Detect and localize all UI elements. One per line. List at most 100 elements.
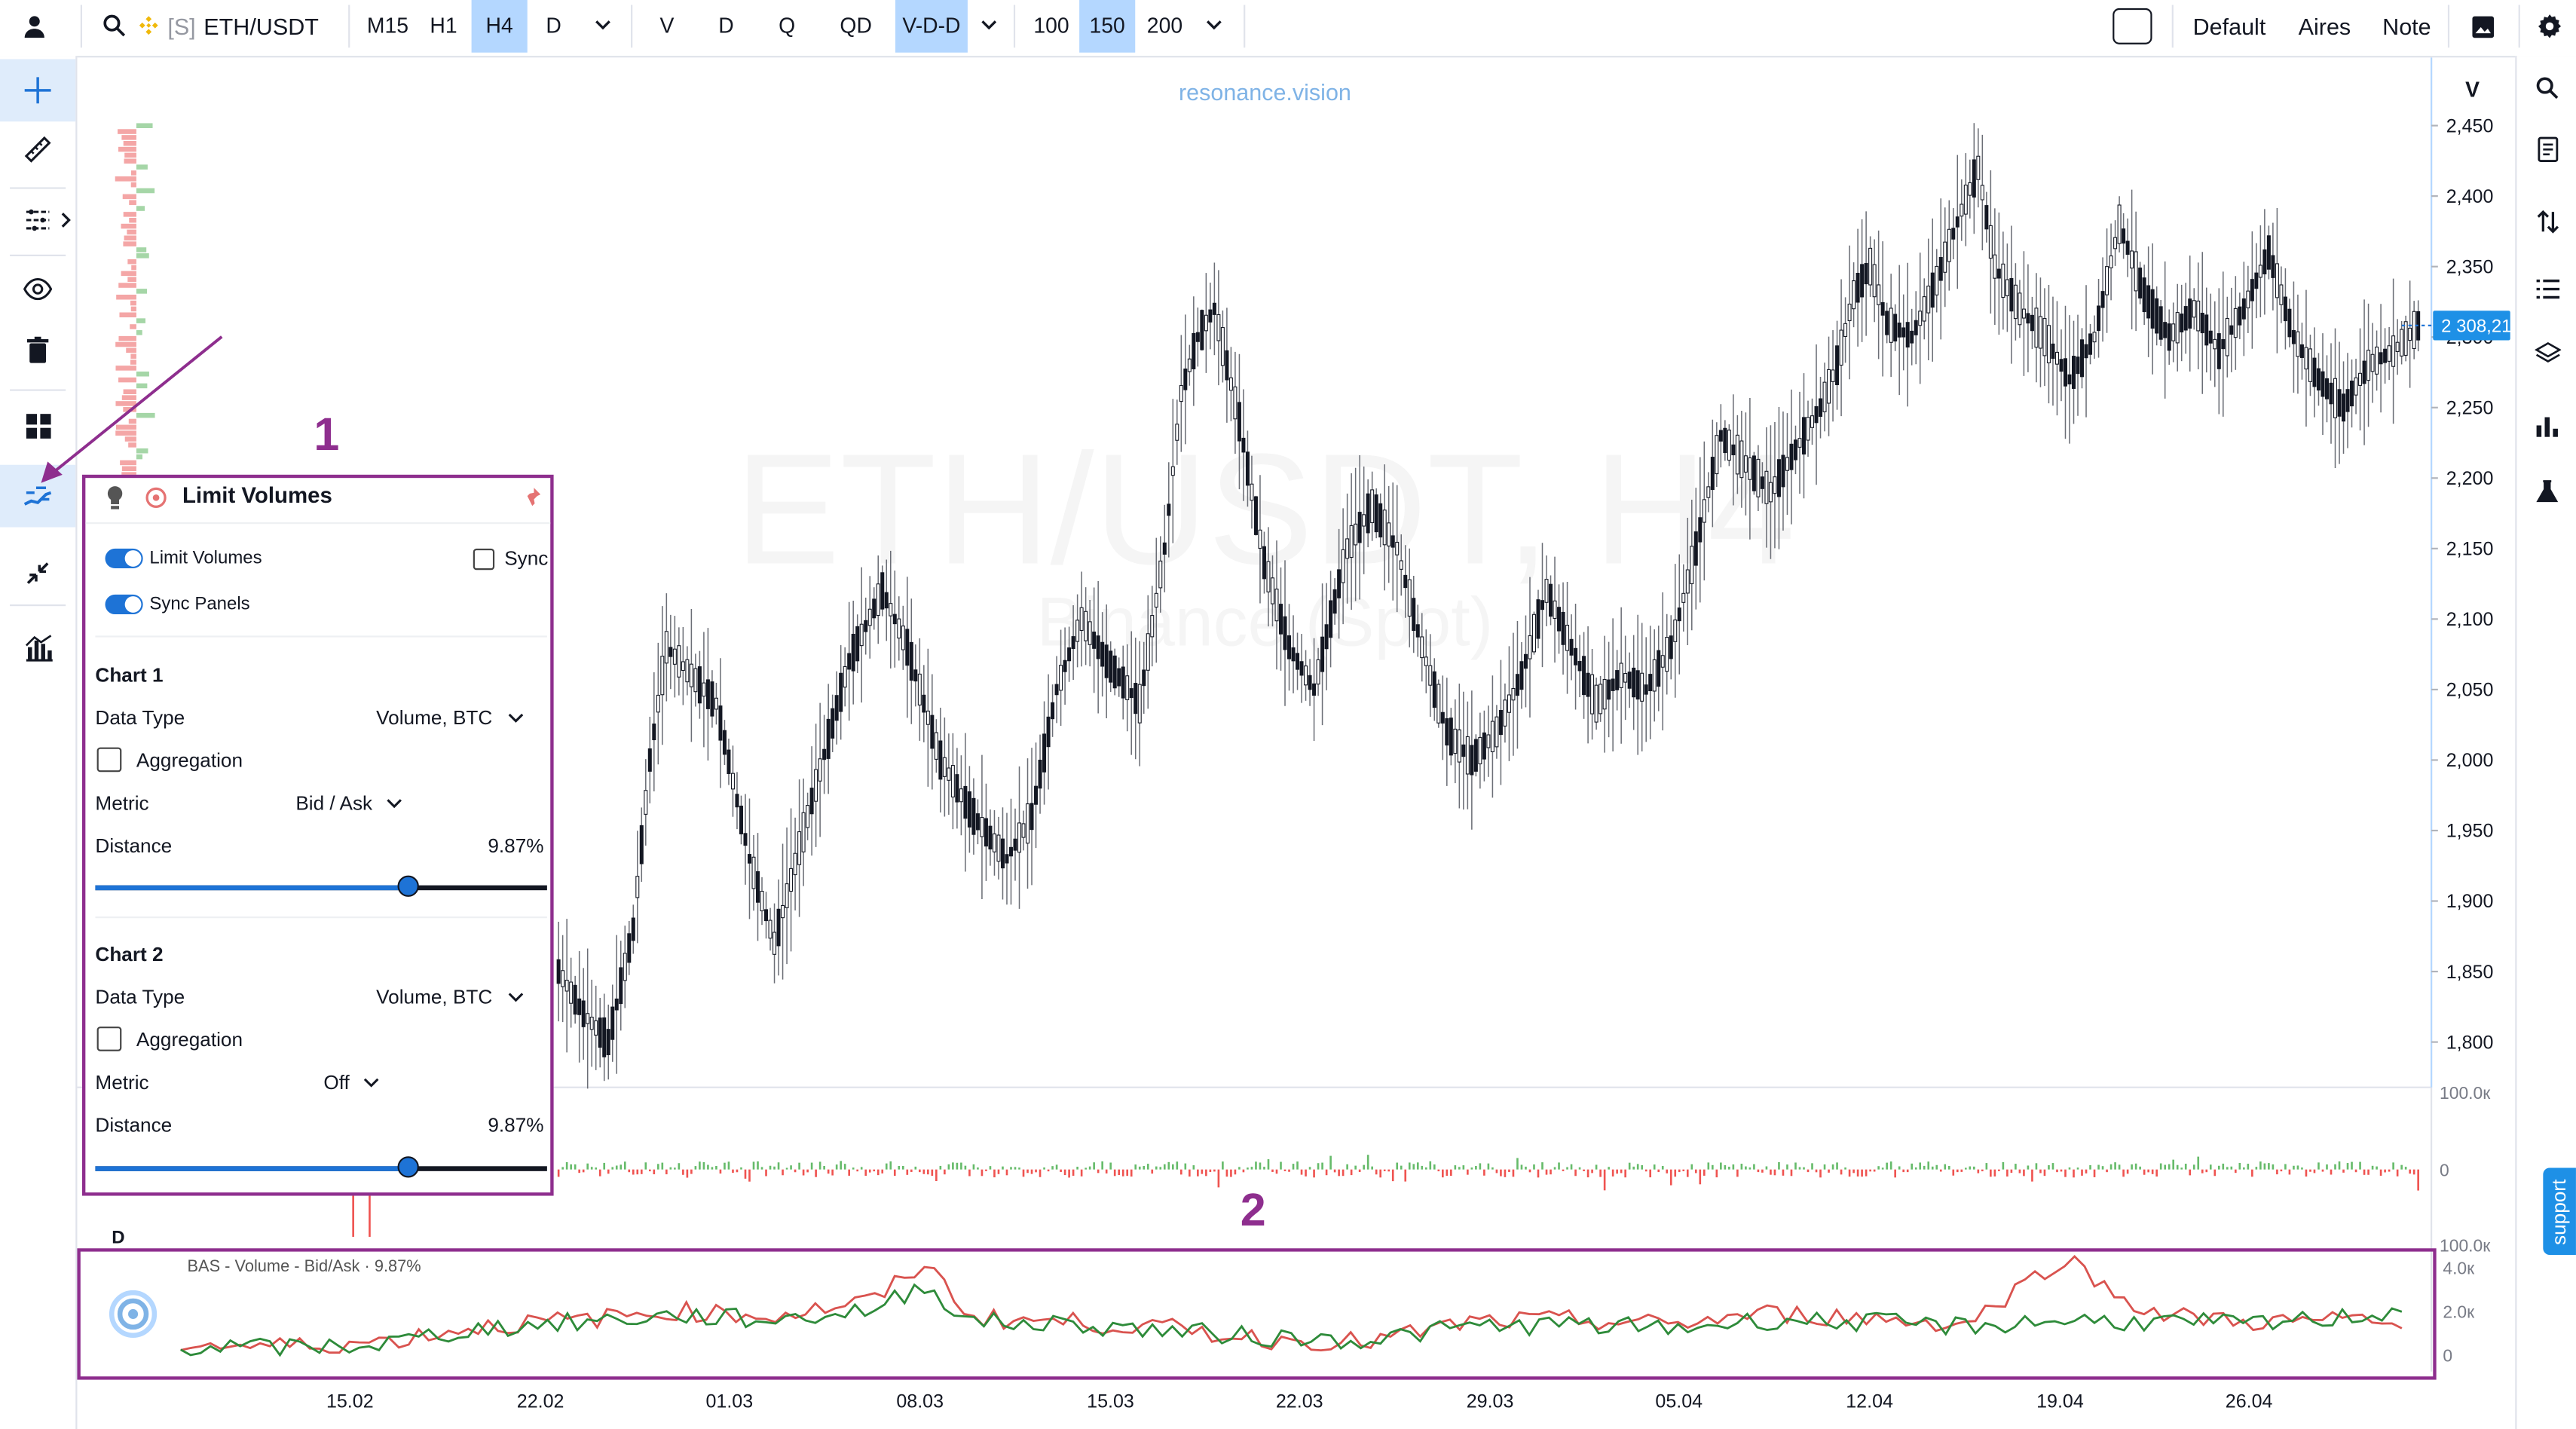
support-button[interactable]: support [2543,1167,2576,1255]
volume-bar [561,1167,564,1170]
candle-body [2217,333,2221,369]
volume-bar [1275,1169,1278,1174]
target-icon[interactable] [145,486,168,509]
candle-body [892,614,897,625]
candle-body [569,981,574,1004]
volume-bar [1238,1167,1241,1170]
candle-body [1519,661,1524,690]
chevron-down-icon[interactable] [593,15,613,35]
pin-icon[interactable] [522,486,542,506]
candle-body [1847,303,1852,322]
chart2-data-type-select[interactable]: Volume, BTC [376,986,524,1008]
timeframe-d-button[interactable]: D [528,0,580,53]
candle-body [1652,659,1657,692]
lines-tool[interactable] [0,189,75,252]
count-150-button[interactable]: 150 [1079,0,1136,53]
notes-tool[interactable] [2516,121,2576,177]
volume-bar [1342,1169,1345,1177]
volume-bar [2309,1169,2311,1172]
candle-body [1693,531,1698,566]
volume-bar [765,1169,767,1177]
chart1-data-type-select[interactable]: Volume, BTC [376,706,524,730]
chart1-metric-select[interactable]: Bid / Ask [295,791,402,815]
volume-bar [574,1164,577,1170]
profile-bar [136,289,148,294]
screenshot-button[interactable] [2456,0,2509,53]
mode-q-button[interactable]: Q [759,0,815,53]
profile-bar [121,135,136,140]
chart1-data-type-value: Volume, BTC [376,706,493,730]
mode-v-d-d-button[interactable]: V-D-D [895,0,968,53]
chevron-down-icon[interactable] [979,15,999,35]
preset-default-button[interactable]: Default [2180,0,2279,53]
candle-body [1104,644,1109,678]
histogram-tool[interactable] [0,616,75,678]
candle-body [859,623,864,647]
volume-bar [1317,1163,1320,1170]
list-tool[interactable] [2516,262,2576,317]
candle-body [1445,718,1449,746]
chart1-distance-slider[interactable] [95,875,547,899]
count-100-button[interactable]: 100 [1023,0,1079,53]
candle-body [889,603,893,617]
timeframe-h4-button[interactable]: H4 [471,0,528,53]
mode-v-button[interactable]: V [642,0,691,53]
candle-body [1727,430,1731,461]
chevron-down-icon [364,1078,379,1088]
volume-bar [2293,1165,2295,1170]
volume-bar [2002,1161,2005,1170]
candle-body [589,1016,594,1030]
candle-body [739,805,743,834]
search-tool[interactable] [2516,59,2576,115]
price-scale-mode[interactable]: V [2465,78,2480,103]
crosshair-tool[interactable] [0,59,76,122]
candle-body [1204,314,1208,332]
layout-box-button[interactable] [2113,8,2152,44]
annotation-marker-1: 1 [314,409,340,461]
lightbulb-icon[interactable] [106,485,125,511]
symbol-search[interactable]: [S] ETH/USDT [85,0,344,53]
flask-tool[interactable] [2516,464,2576,519]
candle-body [1748,457,1752,480]
candle-body [2125,240,2130,255]
user-button[interactable] [0,0,69,53]
ruler-tool[interactable] [0,118,75,181]
preset-aires-button[interactable]: Aires [2287,0,2362,53]
volume-bar [1562,1169,1565,1171]
slider-knob[interactable] [396,875,419,897]
mode-d-button[interactable]: D [700,0,753,53]
candle-body [2038,316,2042,349]
candle-body [1528,635,1532,659]
candle-body [685,659,690,683]
layers-tool[interactable] [2516,326,2576,381]
limit-volumes-toggle[interactable] [105,548,143,569]
visibility-tool[interactable] [0,258,75,320]
bar-chart-tool[interactable] [2516,397,2576,453]
chevron-down-icon[interactable] [1204,15,1224,35]
candle-body [2329,382,2333,405]
sync-checkbox[interactable] [473,548,495,571]
candle-body [2196,300,2201,332]
timeframe-m15-button[interactable]: M15 [359,0,415,53]
compress-tool[interactable] [0,542,75,604]
sync-panels-toggle[interactable] [105,594,143,615]
chart2-aggregation-checkbox[interactable] [96,1027,122,1051]
chart2-metric-select[interactable]: Off [323,1071,379,1094]
preset-note-button[interactable]: Note [2369,0,2444,53]
chart1-aggregation-checkbox[interactable] [96,747,122,773]
layers-icon [2534,341,2561,363]
volume-bar [686,1169,689,1178]
chevron-right-icon[interactable] [59,212,72,228]
timeframe-h1-button[interactable]: H1 [419,0,468,53]
volume-bar [1354,1165,1357,1170]
volume-bar [1902,1169,1904,1173]
count-200-button[interactable]: 200 [1137,0,1192,53]
slider-knob[interactable] [396,1156,419,1178]
volume-bar [1446,1169,1449,1177]
chart2-distance-slider[interactable] [95,1156,547,1180]
candle-body [855,626,860,662]
candle-body [1781,454,1785,488]
settings-button[interactable] [2523,0,2576,53]
mode-qd-button[interactable]: QD [821,0,891,53]
sort-tool[interactable] [2516,194,2576,249]
